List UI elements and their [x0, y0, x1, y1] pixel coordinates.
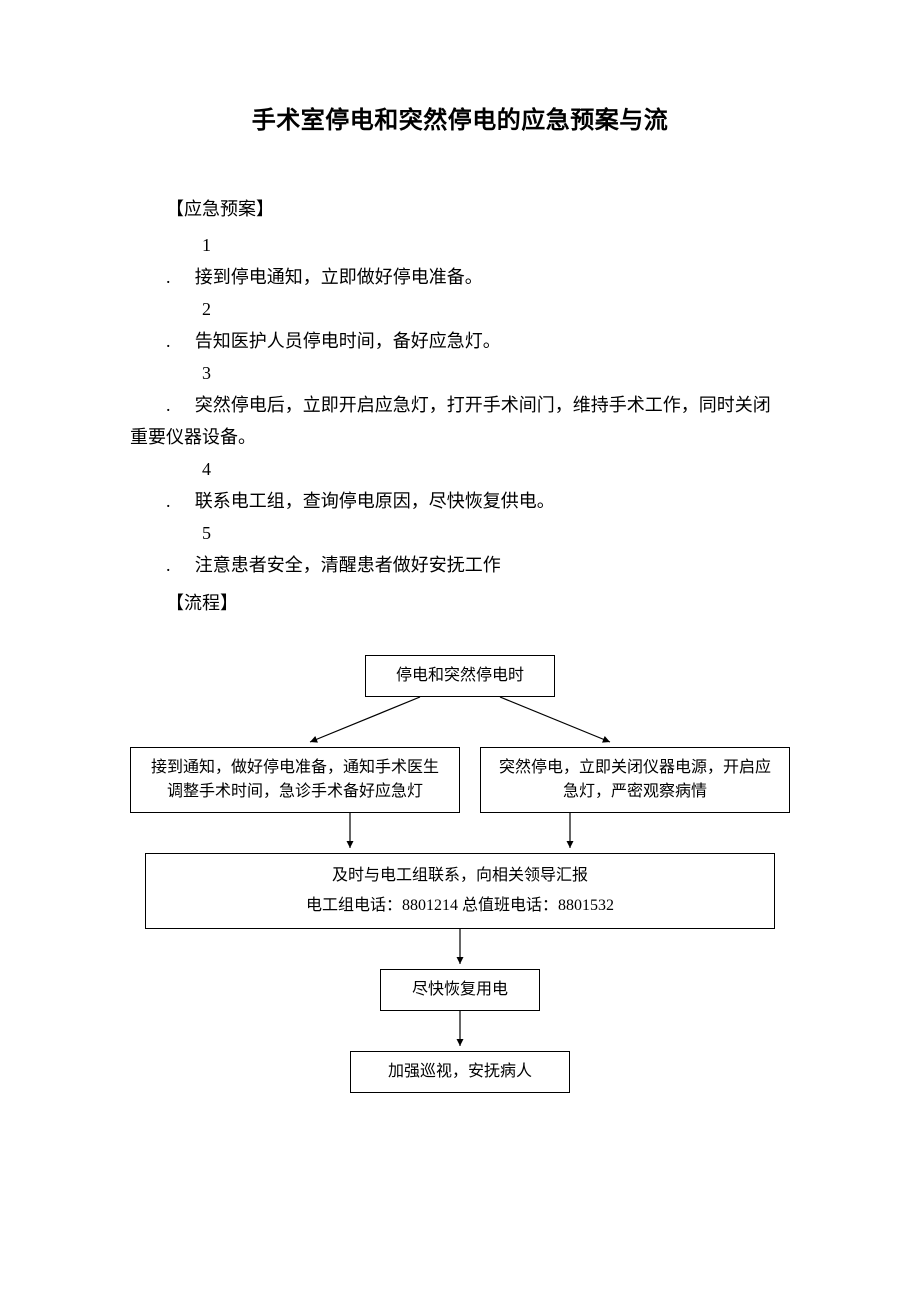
- plan-text: 联系电工组，查询停电原因，尽快恢复供电。: [195, 491, 555, 511]
- flow-box-contact: 及时与电工组联系，向相关领导汇报 电工组电话：8801214 总值班电话：880…: [145, 853, 775, 929]
- contact-line2: 电工组电话：8801214 总值班电话：8801532: [160, 894, 760, 918]
- section-label-plan: 【应急预案】: [130, 195, 790, 221]
- plan-item: 3 .突然停电后，立即开启应急灯，打开手术间门，维持手术工作，同时关闭: [130, 357, 790, 421]
- contact-phone-2: 8801532: [558, 897, 614, 914]
- flow-box-left: 接到通知，做好停电准备，通知手术医生调整手术时间，急诊手术备好应急灯: [130, 747, 460, 813]
- flow-box-restore: 尽快恢复用电: [380, 969, 540, 1011]
- plan-item: 5 .注意患者安全，清醒患者做好安抚工作: [130, 517, 790, 581]
- section-label-flow: 【流程】: [130, 589, 790, 615]
- document-title: 手术室停电和突然停电的应急预案与流: [130, 100, 790, 135]
- plan-num: 2 .: [166, 293, 195, 357]
- plan-num: 3 .: [166, 357, 195, 421]
- contact-line1: 及时与电工组联系，向相关领导汇报: [160, 864, 760, 888]
- plan-item-cont: 重要仪器设备。: [130, 421, 790, 453]
- flow-arrow-down: [440, 1011, 480, 1051]
- plan-item: 2 .告知医护人员停电时间，备好应急灯。: [130, 293, 790, 357]
- plan-text: 注意患者安全，清醒患者做好安抚工作: [195, 555, 501, 575]
- plan-num: 5 .: [166, 517, 195, 581]
- contact-label: 电工组电话：: [306, 897, 402, 914]
- flowchart: 停电和突然停电时 接到通知，做好停电准备，通知手术医生调整手术时间，急诊手术备好…: [130, 655, 790, 1093]
- flow-box-final: 加强巡视，安抚病人: [350, 1051, 570, 1093]
- plan-num: 1 .: [166, 229, 195, 293]
- plan-text: 接到停电通知，立即做好停电准备。: [195, 267, 483, 287]
- contact-label: 总值班电话：: [458, 897, 558, 914]
- plan-text: 突然停电后，立即开启应急灯，打开手术间门，维持手术工作，同时关闭: [195, 395, 771, 415]
- contact-phone-1: 8801214: [402, 897, 458, 914]
- plan-text: 告知医护人员停电时间，备好应急灯。: [195, 331, 501, 351]
- flow-arrow-split: [150, 697, 770, 747]
- plan-num: 4 .: [166, 453, 195, 517]
- flow-arrow-down: [440, 929, 480, 969]
- flow-box-top: 停电和突然停电时: [365, 655, 555, 697]
- plan-list: 1 .接到停电通知，立即做好停电准备。 2 .告知医护人员停电时间，备好应急灯。…: [130, 229, 790, 581]
- flow-box-right: 突然停电，立即关闭仪器电源，开启应急灯，严密观察病情: [480, 747, 790, 813]
- plan-text: 重要仪器设备。: [130, 427, 256, 447]
- flow-arrow-merge: [150, 813, 770, 853]
- plan-item: 1 .接到停电通知，立即做好停电准备。: [130, 229, 790, 293]
- flow-row-branch: 接到通知，做好停电准备，通知手术医生调整手术时间，急诊手术备好应急灯 突然停电，…: [130, 747, 790, 813]
- plan-item: 4 .联系电工组，查询停电原因，尽快恢复供电。: [130, 453, 790, 517]
